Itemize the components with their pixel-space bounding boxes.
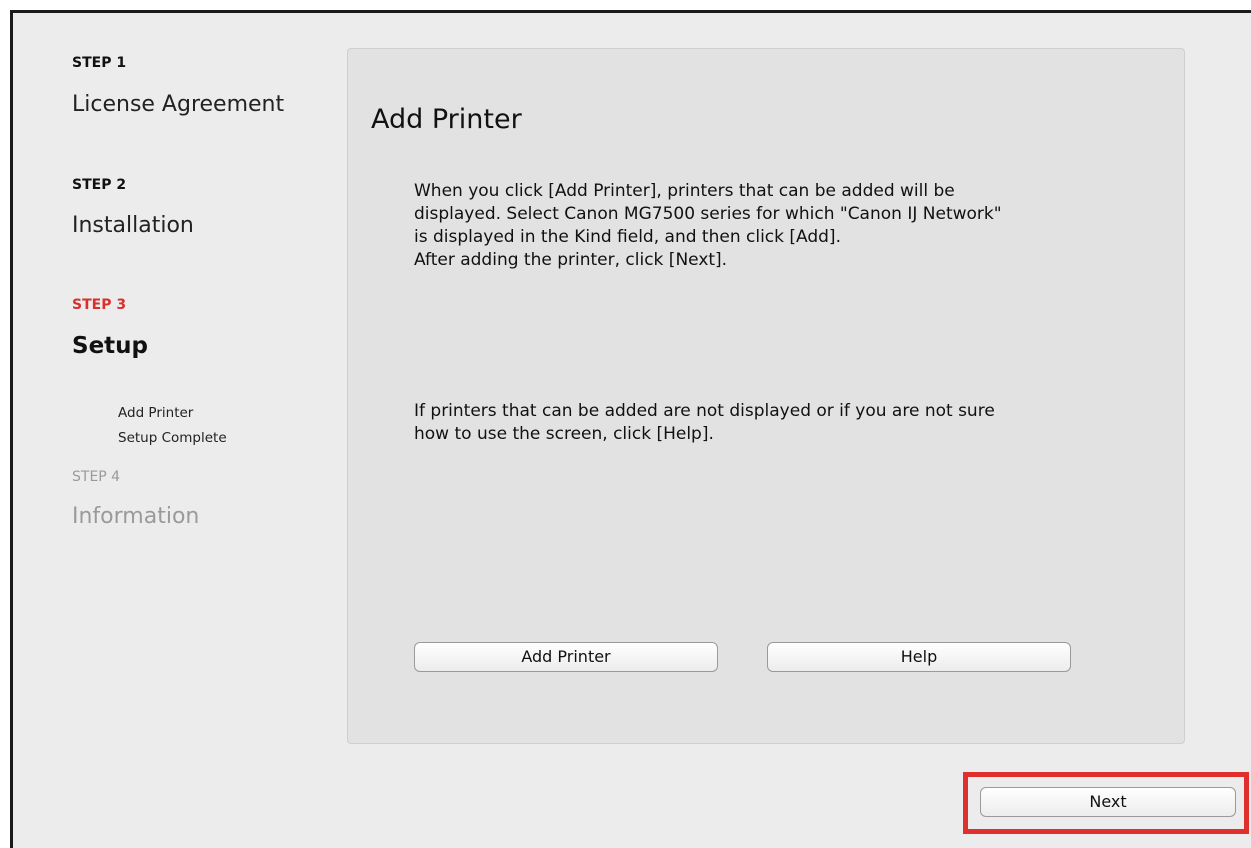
add-printer-button[interactable]: Add Printer (414, 642, 718, 672)
help-note-text: If printers that can be added are not di… (414, 400, 1144, 446)
step-4-label: STEP 4 (72, 469, 121, 485)
step-3-title: Setup (72, 333, 148, 359)
instructions-line: When you click [Add Printer], printers t… (414, 181, 955, 201)
page-title: Add Printer (371, 104, 522, 135)
step-2-title: Installation (72, 213, 194, 238)
instructions-line: is displayed in the Kind field, and then… (414, 227, 841, 247)
step-4-title: Information (72, 504, 200, 529)
instructions-text: When you click [Add Printer], printers t… (414, 180, 1144, 272)
substep-setup-complete: Setup Complete (118, 430, 227, 446)
help-button[interactable]: Help (767, 642, 1071, 672)
substep-add-printer: Add Printer (118, 405, 194, 421)
step-3-label: STEP 3 (72, 297, 127, 313)
instructions-line: After adding the printer, click [Next]. (414, 250, 728, 270)
step-1-title: License Agreement (72, 92, 285, 117)
help-note-line: If printers that can be added are not di… (414, 401, 995, 421)
step-1-label: STEP 1 (72, 55, 127, 71)
instructions-line: displayed. Select Canon MG7500 series fo… (414, 204, 1002, 224)
next-button[interactable]: Next (980, 787, 1236, 817)
step-2-label: STEP 2 (72, 177, 127, 193)
content-panel (347, 48, 1185, 744)
help-note-line: how to use the screen, click [Help]. (414, 424, 714, 444)
